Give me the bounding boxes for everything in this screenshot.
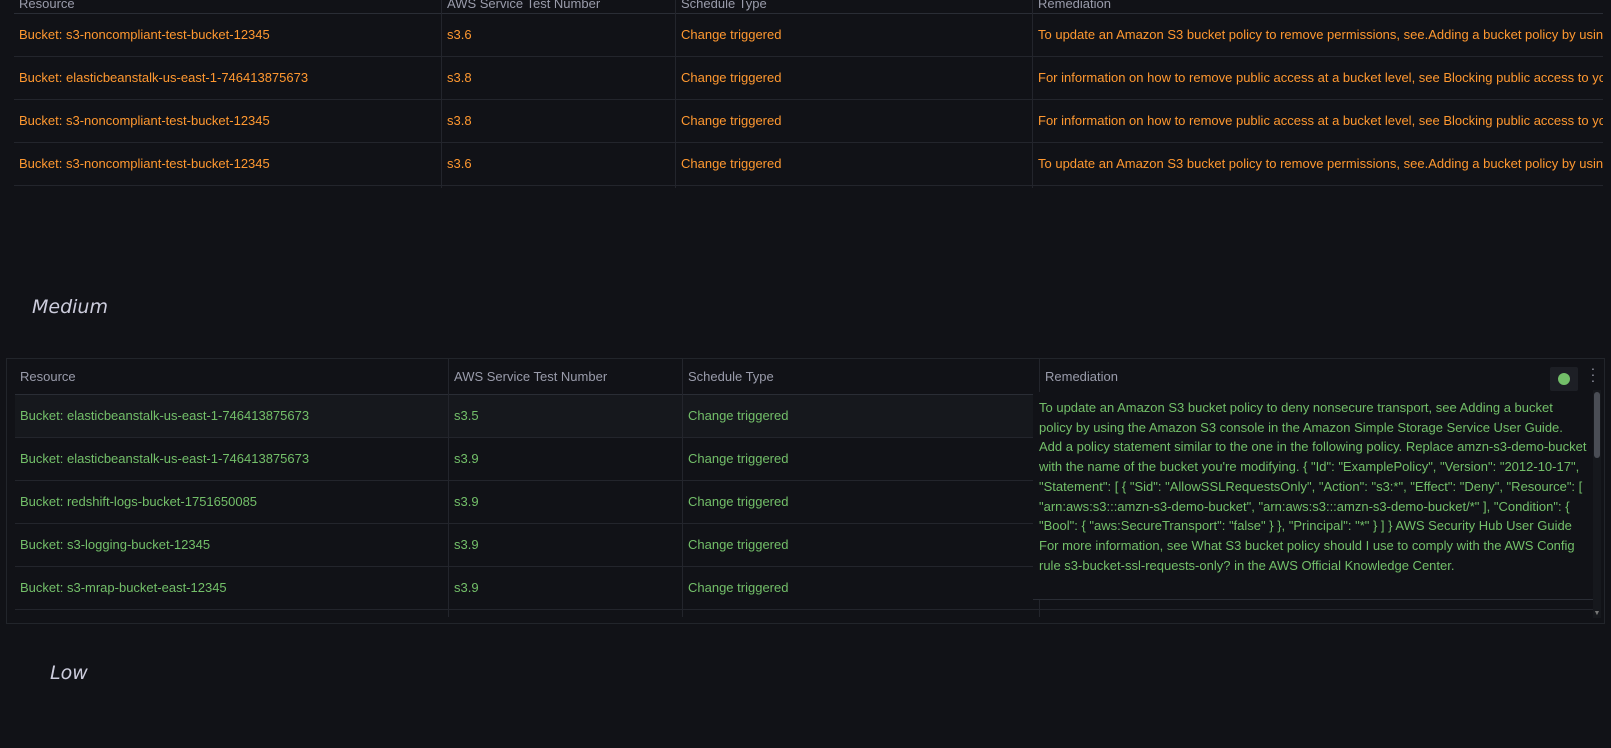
high-table-header: Resource AWS Service Test Number Schedul… <box>14 0 1603 14</box>
resource-cell: Bucket: elasticbeanstalk-us-east-1-74641… <box>19 70 309 85</box>
column-header-resource[interactable]: Resource <box>20 369 76 384</box>
resource-cell: Bucket: s3-noncompliant-test-bucket-1234… <box>19 156 270 171</box>
schedule-type-cell: Change triggered <box>688 451 789 466</box>
column-header-test-number[interactable]: AWS Service Test Number <box>454 369 607 384</box>
remediation-expanded-cell: To update an Amazon S3 bucket policy to … <box>1033 392 1593 600</box>
remediation-cell: For information on how to remove public … <box>1038 70 1603 85</box>
resource-cell: Bucket: elasticbeanstalk-us-east-1-74641… <box>20 408 310 423</box>
status-ok-icon <box>1558 373 1570 385</box>
column-header-test-number[interactable]: AWS Service Test Number <box>447 0 600 11</box>
test-number-cell: s3.9 <box>454 494 479 509</box>
schedule-type-cell: Change triggered <box>688 494 789 509</box>
resource-cell: Bucket: s3-noncompliant-test-bucket-1234… <box>19 113 270 128</box>
medium-table-header: Resource AWS Service Test Number Schedul… <box>15 359 1600 395</box>
column-divider[interactable] <box>682 359 683 617</box>
column-divider[interactable] <box>675 0 676 188</box>
schedule-type-cell: Change triggered <box>681 113 782 128</box>
section-title-medium: Medium <box>32 296 108 318</box>
resource-cell: Bucket: s3-noncompliant-test-bucket-1234… <box>19 27 270 42</box>
scroll-down-icon[interactable]: ▼ <box>1593 610 1601 618</box>
resource-cell: Bucket: elasticbeanstalk-us-east-1-74641… <box>20 451 310 466</box>
table-row[interactable]: Bucket: elasticbeanstalk-us-east-1-74641… <box>14 57 1603 100</box>
schedule-type-cell: Change triggered <box>688 580 789 595</box>
column-header-schedule-type[interactable]: Schedule Type <box>681 0 767 11</box>
column-header-resource[interactable]: Resource <box>19 0 75 11</box>
remediation-scrollbar[interactable]: ▼ <box>1593 390 1601 618</box>
resource-cell: Bucket: s3-logging-bucket-12345 <box>20 537 211 552</box>
schedule-type-cell: Change triggered <box>681 70 782 85</box>
panel-status-indicator[interactable] <box>1550 367 1578 391</box>
test-number-cell: s3.5 <box>454 408 479 423</box>
test-number-cell: s3.6 <box>447 27 472 42</box>
test-number-cell: s3.9 <box>454 451 479 466</box>
remediation-cell: For information on how to remove public … <box>1038 113 1603 128</box>
scrollbar-thumb[interactable] <box>1594 392 1600 458</box>
column-divider[interactable] <box>1032 0 1033 188</box>
test-number-cell: s3.9 <box>454 580 479 595</box>
column-header-schedule-type[interactable]: Schedule Type <box>688 369 774 384</box>
column-header-remediation[interactable]: Remediation <box>1038 0 1111 11</box>
test-number-cell: s3.8 <box>447 113 472 128</box>
remediation-cell: To update an Amazon S3 bucket policy to … <box>1038 156 1603 171</box>
schedule-type-cell: Change triggered <box>688 537 789 552</box>
resource-cell: Bucket: s3-mrap-bucket-east-12345 <box>20 580 227 595</box>
section-title-low: Low <box>50 662 88 684</box>
resource-cell: Bucket: redshift-logs-bucket-1751650085 <box>20 494 258 509</box>
panel-menu-icon[interactable]: · · · <box>1586 361 1600 387</box>
column-divider[interactable] <box>448 359 449 617</box>
schedule-type-cell: Change triggered <box>681 156 782 171</box>
table-row[interactable]: Bucket: s3-noncompliant-test-bucket-1234… <box>14 143 1603 186</box>
high-table: Resource AWS Service Test Number Schedul… <box>14 0 1603 188</box>
column-divider[interactable] <box>441 0 442 188</box>
remediation-cell: To update an Amazon S3 bucket policy to … <box>1038 27 1603 42</box>
schedule-type-cell: Change triggered <box>688 408 789 423</box>
schedule-type-cell: Change triggered <box>681 27 782 42</box>
table-row[interactable]: Bucket: s3-noncompliant-test-bucket-1234… <box>14 100 1603 143</box>
test-number-cell: s3.8 <box>447 70 472 85</box>
test-number-cell: s3.9 <box>454 537 479 552</box>
column-header-remediation[interactable]: Remediation <box>1045 369 1118 384</box>
test-number-cell: s3.6 <box>447 156 472 171</box>
table-row[interactable]: Bucket: s3-noncompliant-test-bucket-1234… <box>14 14 1603 57</box>
